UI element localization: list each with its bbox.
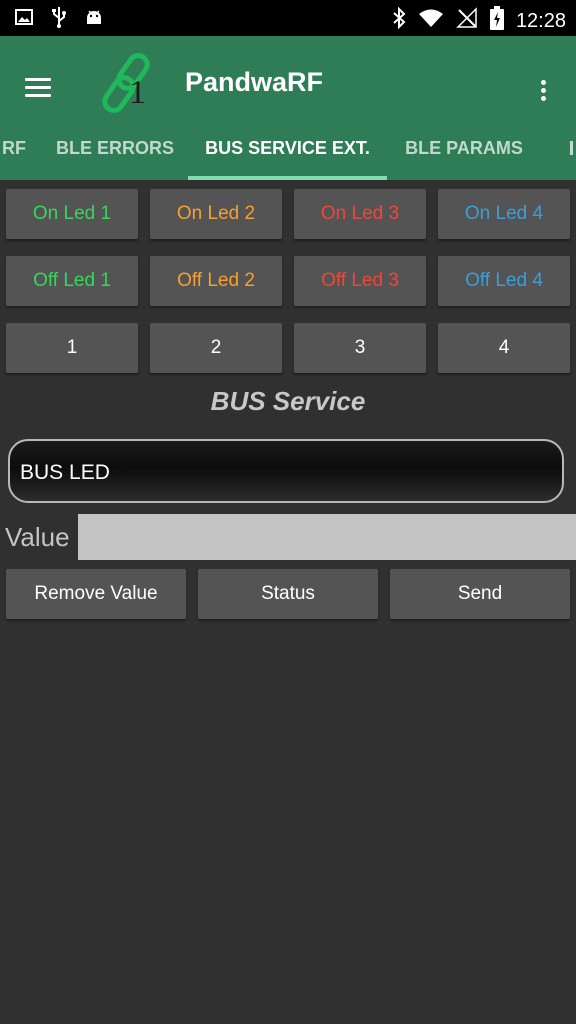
number-3-button[interactable]: 3 xyxy=(294,323,426,373)
number-2-button[interactable]: 2 xyxy=(150,323,282,373)
overflow-menu-button[interactable] xyxy=(536,74,552,104)
send-button[interactable]: Send xyxy=(390,569,570,619)
status-bar: 12:28 xyxy=(0,0,576,36)
app-title: PandwaRF xyxy=(185,67,324,97)
battery-charging-icon xyxy=(489,6,504,35)
app-logo: 1 xyxy=(98,50,158,116)
value-input[interactable] xyxy=(78,514,576,560)
image-icon xyxy=(14,7,34,32)
off-led-2-button[interactable]: Off Led 2 xyxy=(150,256,282,306)
section-heading: BUS Service xyxy=(210,386,366,416)
bus-service-selected: BUS LED xyxy=(20,461,110,484)
value-label: Value xyxy=(5,522,70,552)
off-led-1-button[interactable]: Off Led 1 xyxy=(6,256,138,306)
tab-bar: RF BLE ERRORS BUS SERVICE EXT. BLE PARAM… xyxy=(0,126,576,180)
on-led-3-button[interactable]: On Led 3 xyxy=(294,189,426,239)
number-1-button[interactable]: 1 xyxy=(6,323,138,373)
bus-service-selector[interactable]: BUS LED xyxy=(8,439,564,503)
usb-icon xyxy=(50,6,68,33)
tab-next-partial[interactable] xyxy=(566,126,576,180)
wifi-icon xyxy=(418,8,444,33)
number-4-button[interactable]: 4 xyxy=(438,323,570,373)
android-icon xyxy=(84,7,104,32)
no-signal-icon xyxy=(456,7,478,34)
off-led-3-button[interactable]: Off Led 3 xyxy=(294,256,426,306)
menu-button[interactable] xyxy=(22,74,56,102)
app-bar: 1 PandwaRF RF BLE ERRORS BUS SERVICE EXT… xyxy=(0,36,576,180)
tab-bus-service-ext[interactable]: BUS SERVICE EXT. xyxy=(188,126,387,180)
on-led-1-button[interactable]: On Led 1 xyxy=(6,189,138,239)
clock: 12:28 xyxy=(515,9,566,32)
bluetooth-icon xyxy=(392,6,406,34)
on-led-2-button[interactable]: On Led 2 xyxy=(150,189,282,239)
remove-value-button[interactable]: Remove Value xyxy=(6,569,186,619)
on-led-4-button[interactable]: On Led 4 xyxy=(438,189,570,239)
logo-digit: 1 xyxy=(129,74,146,111)
tab-indicator xyxy=(188,176,387,180)
off-led-4-button[interactable]: Off Led 4 xyxy=(438,256,570,306)
more-vert-icon xyxy=(541,80,546,85)
status-button[interactable]: Status xyxy=(198,569,378,619)
hamburger-icon xyxy=(25,78,51,81)
tab-ble-params[interactable]: BLE PARAMS xyxy=(394,126,534,180)
tab-ble-errors[interactable]: BLE ERRORS xyxy=(45,126,185,180)
tab-rf[interactable]: RF xyxy=(0,126,34,180)
